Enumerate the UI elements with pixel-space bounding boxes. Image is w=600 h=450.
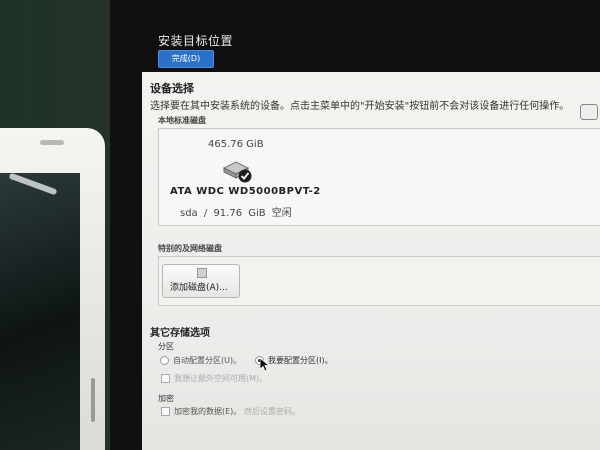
extra-space-checkbox[interactable] bbox=[161, 374, 170, 383]
partition-label: 分区 bbox=[158, 342, 174, 351]
auto-partition-radio[interactable] bbox=[160, 356, 169, 365]
device-selection-description: 选择要在其中安装系统的设备。点击主菜单中的"开始安装"按钮前不会对该设备进行任何… bbox=[150, 101, 570, 112]
disk-free-space: 91.76 GiB 空闲 bbox=[213, 208, 292, 219]
extra-space-label: 我想让额外空间可用(M)。 bbox=[174, 374, 268, 383]
disk-name: ATA WDC WD5000BPVT-2 bbox=[170, 186, 321, 197]
encryption-label: 加密 bbox=[158, 394, 174, 403]
disk-separator: / bbox=[203, 208, 208, 219]
device-speaker bbox=[40, 140, 64, 145]
window-title: 安装目标位置 bbox=[158, 34, 234, 48]
disk-add-icon bbox=[197, 268, 207, 278]
special-disks-label: 特别的及网络磁盘 bbox=[158, 244, 222, 253]
mouse-cursor-icon bbox=[260, 358, 270, 372]
disk-device: sda bbox=[180, 208, 198, 219]
disk-size: 465.76 GiB bbox=[208, 139, 264, 150]
manual-partition-label[interactable]: 我要配置分区(I)。 bbox=[268, 355, 333, 366]
local-disks-label: 本地标准磁盘 bbox=[158, 116, 206, 125]
disk-info: sda / 91.76 GiB 空闲 bbox=[180, 204, 292, 219]
done-button[interactable]: 完成(D) bbox=[158, 50, 214, 68]
screen-glare bbox=[8, 172, 58, 196]
encrypt-data-checkbox[interactable] bbox=[161, 407, 170, 416]
device-button bbox=[91, 378, 95, 422]
device-screen bbox=[0, 172, 80, 450]
auto-partition-label[interactable]: 自动配置分区(U)。 bbox=[173, 355, 241, 366]
add-disk-label: 添加磁盘(A)... bbox=[170, 283, 228, 293]
device-selection-title: 设备选择 bbox=[150, 82, 194, 95]
help-icon[interactable] bbox=[580, 104, 598, 120]
hard-disk-icon[interactable] bbox=[222, 158, 252, 184]
encrypt-data-label[interactable]: 加密我的数据(E)。 bbox=[174, 406, 241, 417]
other-storage-title: 其它存储选项 bbox=[150, 328, 210, 339]
encrypt-hint: 然后设置密码。 bbox=[244, 407, 300, 416]
tablet-device bbox=[0, 128, 105, 450]
